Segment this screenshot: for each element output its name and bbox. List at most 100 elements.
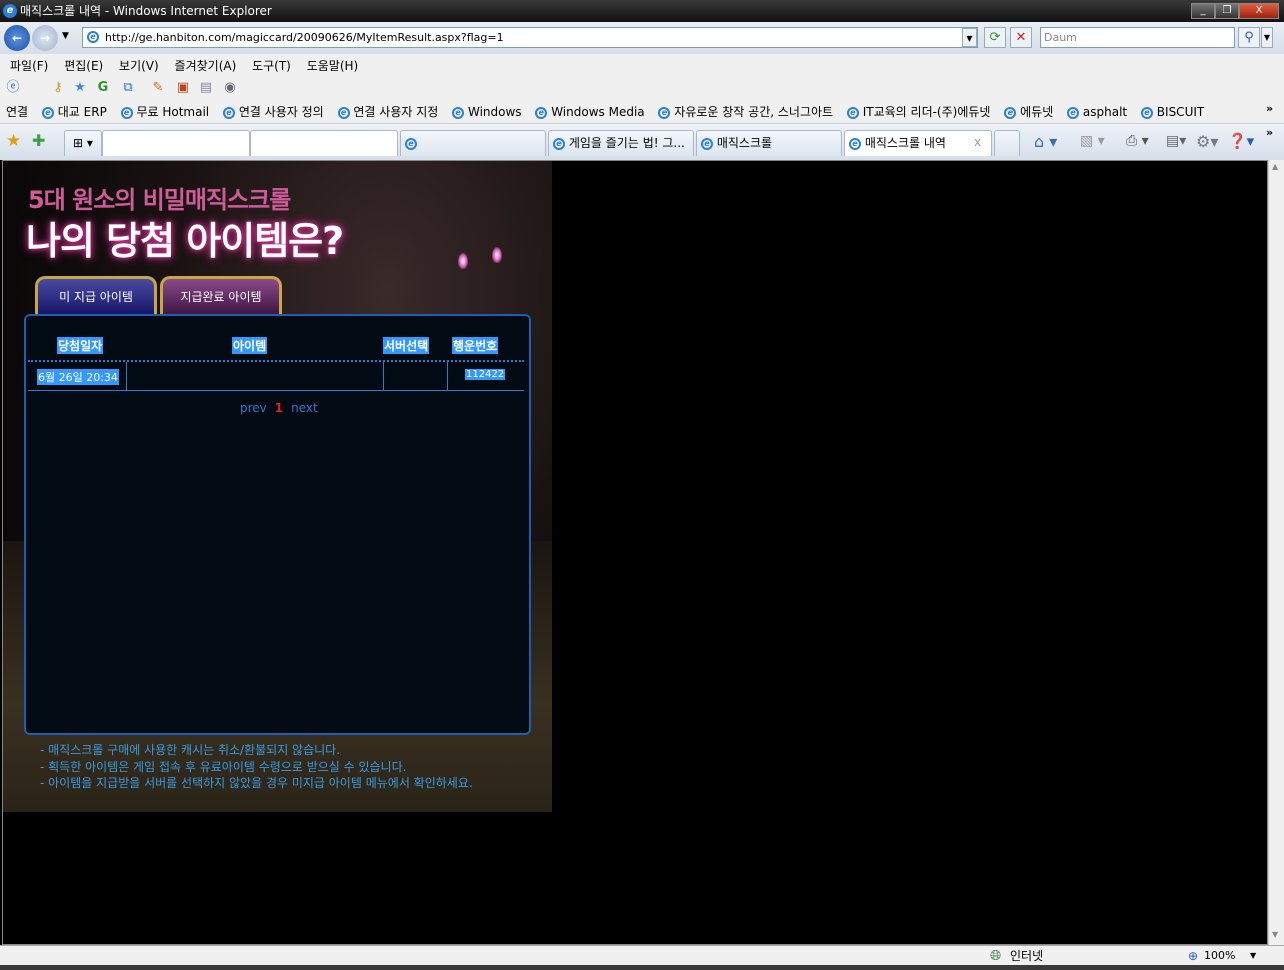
link-item[interactable]: e asphalt [1067, 105, 1127, 119]
ie-page-icon: e [1067, 106, 1080, 119]
menu-edit[interactable]: 편집(E) [64, 59, 103, 73]
menu-help[interactable]: 도움말(H) [307, 59, 359, 73]
toolbar-more-button[interactable]: » [1266, 126, 1273, 139]
quick-tabs-button[interactable]: ⊞ ▾ [64, 130, 102, 156]
status-bar: 🌐︎ 인터넷 ⊕ 100% ▼ [0, 945, 1284, 965]
link-item[interactable]: e 연결 사용자 정의 [222, 105, 324, 119]
link-label: 연결 사용자 정의 [238, 105, 324, 119]
minimize-button[interactable]: _ [1191, 3, 1215, 19]
zoom-icon: ⊕ [1188, 949, 1199, 963]
tab-unpaid-items[interactable]: 미 지급 아이템 [35, 276, 157, 316]
refresh-button[interactable]: ⟳ [984, 27, 1006, 48]
page-icon: e [87, 31, 99, 43]
header-win-date: 당첨일자 [57, 337, 104, 354]
back-button[interactable]: ← [4, 25, 30, 51]
ie-page-icon: e [846, 106, 859, 119]
page-1-link[interactable]: 1 [275, 401, 283, 415]
key-icon[interactable]: ⚷ [50, 80, 66, 96]
ie-page-icon: e [222, 106, 235, 119]
ie-page-icon: e [535, 106, 548, 119]
prev-link[interactable]: prev [240, 401, 267, 415]
ie-page-icon: e [452, 106, 465, 119]
torch-flame [492, 247, 502, 263]
divider [126, 362, 127, 390]
ie-page-icon: e [120, 106, 133, 119]
ie-page-icon: e [701, 137, 713, 150]
browser-tab-active[interactable]: e 매직스크롤 내역 [844, 130, 992, 156]
notice-list: - 매직스크롤 구매에 사용한 캐시는 취소/환불되지 않습니다. - 획득한 … [40, 742, 473, 792]
link-label: 무료 Hotmail [136, 105, 210, 119]
zoom-dropdown-icon[interactable]: ▼ [1250, 946, 1256, 966]
link-label: 대교 ERP [57, 105, 107, 119]
menu-tools[interactable]: 도구(T) [252, 59, 291, 73]
new-tab-button[interactable] [994, 130, 1020, 156]
favorites-star-icon[interactable]: ★ [6, 131, 21, 151]
link-label: 자유로운 창작 공간, 스너그아트 [674, 105, 834, 119]
ie-page-icon: e [405, 137, 417, 150]
tab-label: 매직스크롤 내역 [864, 136, 946, 150]
print-icon[interactable]: ⎙ ▾ [1126, 133, 1149, 149]
stop-button[interactable]: ✕ [1010, 27, 1032, 48]
ie-page-icon: e [1004, 106, 1017, 119]
tools-gear-icon[interactable]: ⚙▾ [1196, 132, 1218, 151]
link-item[interactable]: e 대교 ERP [41, 105, 107, 119]
menu-favorites[interactable]: 즐겨찾기(A) [175, 59, 237, 73]
note-icon[interactable]: ▣ [175, 80, 191, 96]
scroll-up-icon[interactable]: ▲ [1272, 162, 1278, 171]
divider [447, 362, 448, 390]
link-item[interactable]: e IT교육의 리더-(주)에듀넷 [846, 105, 990, 119]
link-item[interactable]: e 자유로운 창작 공간, 스너그아트 [658, 105, 833, 119]
browser-tab[interactable]: e [400, 130, 546, 156]
link-item[interactable]: e 연결 사용자 지정 [337, 105, 438, 119]
close-button[interactable]: X [1239, 3, 1279, 19]
ie-page-icon: e [553, 137, 565, 150]
google-icon[interactable]: G [95, 80, 111, 96]
ie-page-icon: e [658, 106, 671, 119]
ie-menu-icon[interactable]: ⓔ [5, 80, 21, 96]
circle-down-icon[interactable]: ◉ [222, 80, 238, 96]
search-icon[interactable]: ⚲ [1238, 27, 1260, 48]
menu-view[interactable]: 보기(V) [119, 59, 159, 73]
link-item[interactable]: e BISCUIT [1140, 105, 1204, 119]
search-options-button[interactable]: ▼ [1261, 27, 1273, 48]
restore-button[interactable]: ❐ [1215, 3, 1239, 19]
browser-tab[interactable] [102, 130, 250, 156]
close-tab-icon[interactable]: x [974, 135, 981, 149]
add-favorite-icon[interactable]: ✚ [32, 131, 45, 150]
tab-paid-items[interactable]: 지급완료 아이템 [160, 276, 282, 316]
menu-file[interactable]: 파일(F) [10, 59, 48, 73]
cell-lucky-number: 112422 [465, 369, 506, 380]
crop-icon[interactable]: ⧉ [120, 80, 136, 96]
broom-icon[interactable]: ✎ [150, 80, 166, 96]
rss-icon[interactable]: ▧ ▾ [1080, 133, 1105, 149]
history-dropdown-icon[interactable]: ▼ [62, 31, 69, 41]
link-item[interactable]: e Windows Media [535, 105, 645, 119]
link-label: Windows Media [551, 105, 645, 119]
scroll-down-icon[interactable]: ▼ [1272, 930, 1278, 939]
forward-button[interactable]: → [32, 25, 58, 51]
divider [28, 390, 524, 391]
next-link[interactable]: next [291, 401, 318, 415]
event-headline: 나의 당첨 아이템은? [26, 219, 344, 263]
help-icon[interactable]: ❓▾ [1228, 132, 1254, 150]
browser-tab[interactable] [250, 130, 398, 156]
star-icon[interactable]: ★ [72, 80, 88, 96]
links-bar: 연결 e 대교 ERP e 무료 Hotmail e 연결 사용자 정의 e 연… [0, 100, 1284, 124]
page-menu-icon[interactable]: ▤▾ [1166, 133, 1186, 149]
browser-tab[interactable]: e 게임을 즐기는 법! 그... [548, 130, 694, 156]
address-bar[interactable]: e http://ge.hanbiton.com/magiccard/20090… [82, 27, 978, 48]
link-label: asphalt [1082, 105, 1128, 119]
link-item[interactable]: e 에듀넷 [1004, 105, 1053, 119]
home-icon[interactable]: ⌂ ▾ [1034, 132, 1057, 151]
address-dropdown-button[interactable]: ▼ [962, 28, 977, 47]
link-item[interactable]: e Windows [452, 105, 522, 119]
search-input[interactable]: Daum [1040, 27, 1235, 48]
browser-tab[interactable]: e 매직스크롤 [696, 130, 842, 156]
zoom-level[interactable]: 100% [1204, 946, 1235, 966]
cell-win-date: 6월 26일 20:34 [37, 369, 119, 385]
save-icon[interactable]: ▤ [198, 80, 214, 96]
link-item[interactable]: e 무료 Hotmail [120, 105, 210, 119]
vertical-scrollbar[interactable]: ▲ ▼ [1268, 160, 1284, 945]
links-more-button[interactable]: » [1266, 102, 1273, 115]
torch-flame [458, 253, 468, 269]
